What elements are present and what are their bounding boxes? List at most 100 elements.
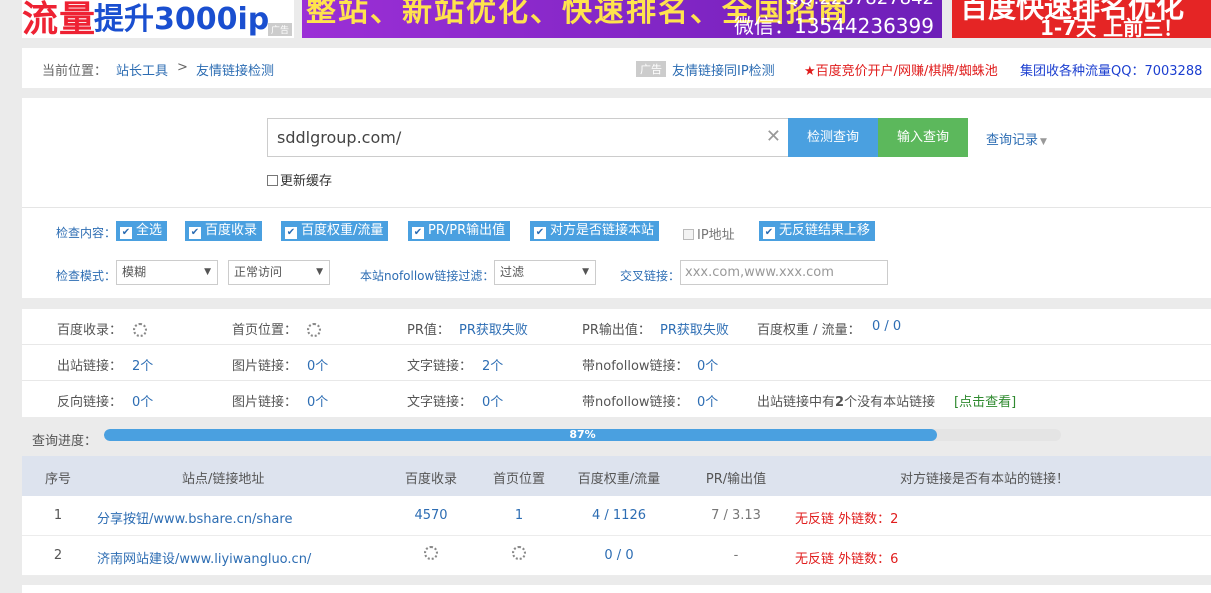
next-panel-edge bbox=[22, 585, 1211, 593]
progress-label: 查询进度： bbox=[32, 434, 98, 449]
loading-spinner-icon bbox=[484, 546, 554, 561]
image-links-value: 0个 bbox=[307, 395, 329, 410]
row-baidu-weight[interactable]: 4 / 1126 bbox=[570, 508, 668, 523]
breadcrumb-link-webmaster-tools[interactable]: 站长工具 bbox=[116, 60, 168, 79]
check-no-backlink-top[interactable]: ✔ 无反链结果上移 bbox=[759, 221, 876, 241]
nofollow-filter-label: 本站nofollow链接过滤： bbox=[360, 269, 495, 283]
pr-output-value: PR获取失败 bbox=[660, 323, 729, 338]
baidu-index-label: 百度收录： bbox=[57, 323, 123, 338]
stats-row-2: 出站链接： 2个 图片链接： 0个 文字链接： 2个 带nofollow链接： … bbox=[22, 345, 1211, 381]
check-ip-address-label: IP地址 bbox=[697, 228, 735, 243]
check-mode-select[interactable]: 模糊 ▼ bbox=[116, 260, 218, 285]
access-mode-value: 正常访问 bbox=[234, 265, 283, 279]
check-mode-value: 模糊 bbox=[122, 265, 147, 279]
search-box: ✕ bbox=[267, 118, 790, 157]
col-header-pr: PR/输出值 bbox=[705, 472, 767, 487]
check-ip-address[interactable]: IP地址 bbox=[683, 224, 735, 243]
backlinks-label: 反向链接： bbox=[57, 395, 123, 410]
pr-value: PR获取失败 bbox=[459, 323, 528, 338]
cross-link-input[interactable] bbox=[681, 261, 887, 284]
outbound-links-value: 2个 bbox=[132, 359, 154, 374]
input-query-button[interactable]: 输入查询 bbox=[878, 118, 968, 157]
check-query-button[interactable]: 检测查询 bbox=[788, 118, 878, 157]
query-history-label: 查询记录 bbox=[986, 133, 1039, 148]
check-baidu-index-label: 百度收录 bbox=[205, 223, 258, 238]
checkmark-icon: ✔ bbox=[285, 227, 297, 239]
summary-suffix: 个没有本站链接 bbox=[844, 395, 936, 410]
row-backlink-result: 无反链 外链数：6 bbox=[795, 552, 899, 567]
options-panel: 检查内容： ✔ 全选 ✔ 百度收录 ✔ 百度权重/流量 ✔ PR/PR输出值 ✔ 对方是否… bbox=[22, 208, 1211, 298]
check-pr[interactable]: ✔ PR/PR输出值 bbox=[408, 221, 511, 241]
breadcrumb-label: 当前位置： bbox=[42, 64, 108, 79]
clear-icon[interactable]: ✕ bbox=[766, 126, 781, 147]
row-pr: 7 / 3.13 bbox=[711, 508, 761, 523]
table-row: 2 济南网站建设/www.liyiwangluo.cn/ 0 / 0 - 无反链… bbox=[22, 536, 1211, 576]
check-baidu-index[interactable]: ✔ 百度收录 bbox=[185, 221, 263, 241]
caret-down-icon: ▼ bbox=[1040, 137, 1047, 147]
results-table: 序号 站点/链接地址 百度收录 首页位置 百度权重/流量 PR/输出值 对方链接… bbox=[22, 456, 1211, 576]
ad-banner-traffic[interactable]: 流量 提升3000ip只1元 广告 bbox=[22, 0, 294, 38]
nofollow-links-value: 0个 bbox=[697, 359, 719, 374]
checkmark-icon: ✔ bbox=[120, 227, 132, 239]
nofollow-filter-select[interactable]: 过滤 ▼ bbox=[494, 260, 596, 285]
breadcrumb: 当前位置： 站长工具 > 友情链接检测 广告 友情链接同IP检测 ★百度竞价开户… bbox=[22, 48, 1211, 88]
caret-down-icon: ▼ bbox=[582, 267, 589, 277]
check-backlink[interactable]: ✔ 对方是否链接本站 bbox=[530, 221, 660, 241]
breadcrumb-link-friendlink-check[interactable]: 友情链接检测 bbox=[196, 60, 274, 79]
text-links-label: 文字链接： bbox=[407, 395, 473, 410]
ad-tag: 广告 bbox=[636, 61, 666, 77]
progress-bar-text: 87% bbox=[569, 429, 596, 441]
ad-banner-seo[interactable]: 整站、新站优化、快速排名、全国招商 QQ:2287827842 微信：13544… bbox=[302, 0, 942, 38]
summary-text: 出站链接中有2个没有本站链接 bbox=[757, 391, 935, 410]
nofollow-links-label: 带nofollow链接： bbox=[582, 395, 689, 410]
check-baidu-weight[interactable]: ✔ 百度权重/流量 bbox=[281, 221, 389, 241]
checkmark-icon: ✔ bbox=[412, 227, 424, 239]
text-links-label: 文字链接： bbox=[407, 359, 473, 374]
checkbox-icon[interactable] bbox=[267, 175, 278, 186]
row-home-position[interactable]: 1 bbox=[484, 508, 554, 523]
ad-tag: 广告 bbox=[267, 23, 292, 36]
text-links-value: 0个 bbox=[482, 395, 504, 410]
image-links-label: 图片链接： bbox=[232, 395, 298, 410]
stats-row-1: 百度收录： 首页位置： PR值： PR获取失败 PR输出值： PR获取失败 百度… bbox=[22, 309, 1211, 345]
outbound-links-label: 出站链接： bbox=[57, 359, 123, 374]
checkbox-icon bbox=[683, 229, 694, 240]
checkmark-icon: ✔ bbox=[189, 227, 201, 239]
refresh-cache-checkbox[interactable]: 更新缓存 bbox=[267, 170, 332, 189]
link-ad-baidu-bidding[interactable]: ★百度竞价开户/网赚/棋牌/蜘蛛池 bbox=[804, 60, 998, 79]
caret-down-icon: ▼ bbox=[204, 267, 211, 277]
row-site-link[interactable]: 分享按钮/www.bshare.cn/share bbox=[97, 508, 292, 527]
col-header-home-position: 首页位置 bbox=[492, 472, 545, 487]
row-baidu-index[interactable]: 4570 bbox=[394, 508, 468, 523]
check-no-backlink-top-label: 无反链结果上移 bbox=[779, 223, 871, 238]
checkmark-icon: ✔ bbox=[534, 227, 546, 239]
loading-spinner-icon bbox=[133, 323, 147, 338]
text-links-value: 2个 bbox=[482, 359, 504, 374]
caret-down-icon: ▼ bbox=[316, 267, 323, 277]
access-mode-select[interactable]: 正常访问 ▼ bbox=[228, 260, 330, 285]
pr-label: PR值： bbox=[407, 323, 450, 338]
checkmark-icon: ✔ bbox=[763, 227, 775, 239]
ad-banner-traffic-text: 提升3000ip只1元 bbox=[94, 2, 270, 37]
link-same-ip-check[interactable]: 友情链接同IP检测 bbox=[672, 60, 775, 79]
cross-link-box bbox=[680, 260, 888, 285]
col-header-baidu-weight: 百度权重/流量 bbox=[577, 472, 661, 487]
link-ad-traffic-qq[interactable]: 集团收各种流量QQ：7003288 bbox=[1020, 60, 1202, 79]
col-header-index: 序号 bbox=[44, 472, 71, 487]
check-mode-label: 检查模式： bbox=[56, 269, 117, 283]
row-site-link[interactable]: 济南网站建设/www.liyiwangluo.cn/ bbox=[97, 548, 311, 567]
row-baidu-weight[interactable]: 0 / 0 bbox=[570, 548, 668, 563]
row-backlink-result: 无反链 外链数：2 bbox=[795, 512, 899, 527]
col-header-backlink-result: 对方链接是否有本站的链接！ bbox=[900, 472, 1070, 487]
search-input[interactable] bbox=[268, 119, 758, 156]
query-history-dropdown[interactable]: 查询记录 ▼ bbox=[986, 129, 1047, 148]
ad-banner-traffic-big: 流量 bbox=[22, 0, 97, 38]
view-details-link[interactable]: [点击查看] bbox=[954, 391, 1016, 410]
summary-count: 2 bbox=[835, 395, 845, 410]
baidu-weight-value: 0 / 0 bbox=[872, 319, 902, 334]
ad-banner-baidu-rank[interactable]: 百度快速排名优化 1-7天 上前三！ bbox=[952, 0, 1211, 38]
col-header-baidu-index: 百度收录 bbox=[404, 472, 457, 487]
image-links-label: 图片链接： bbox=[232, 359, 298, 374]
check-select-all[interactable]: ✔ 全选 bbox=[116, 221, 168, 241]
progress-section: 查询进度： 87% bbox=[22, 418, 1211, 456]
